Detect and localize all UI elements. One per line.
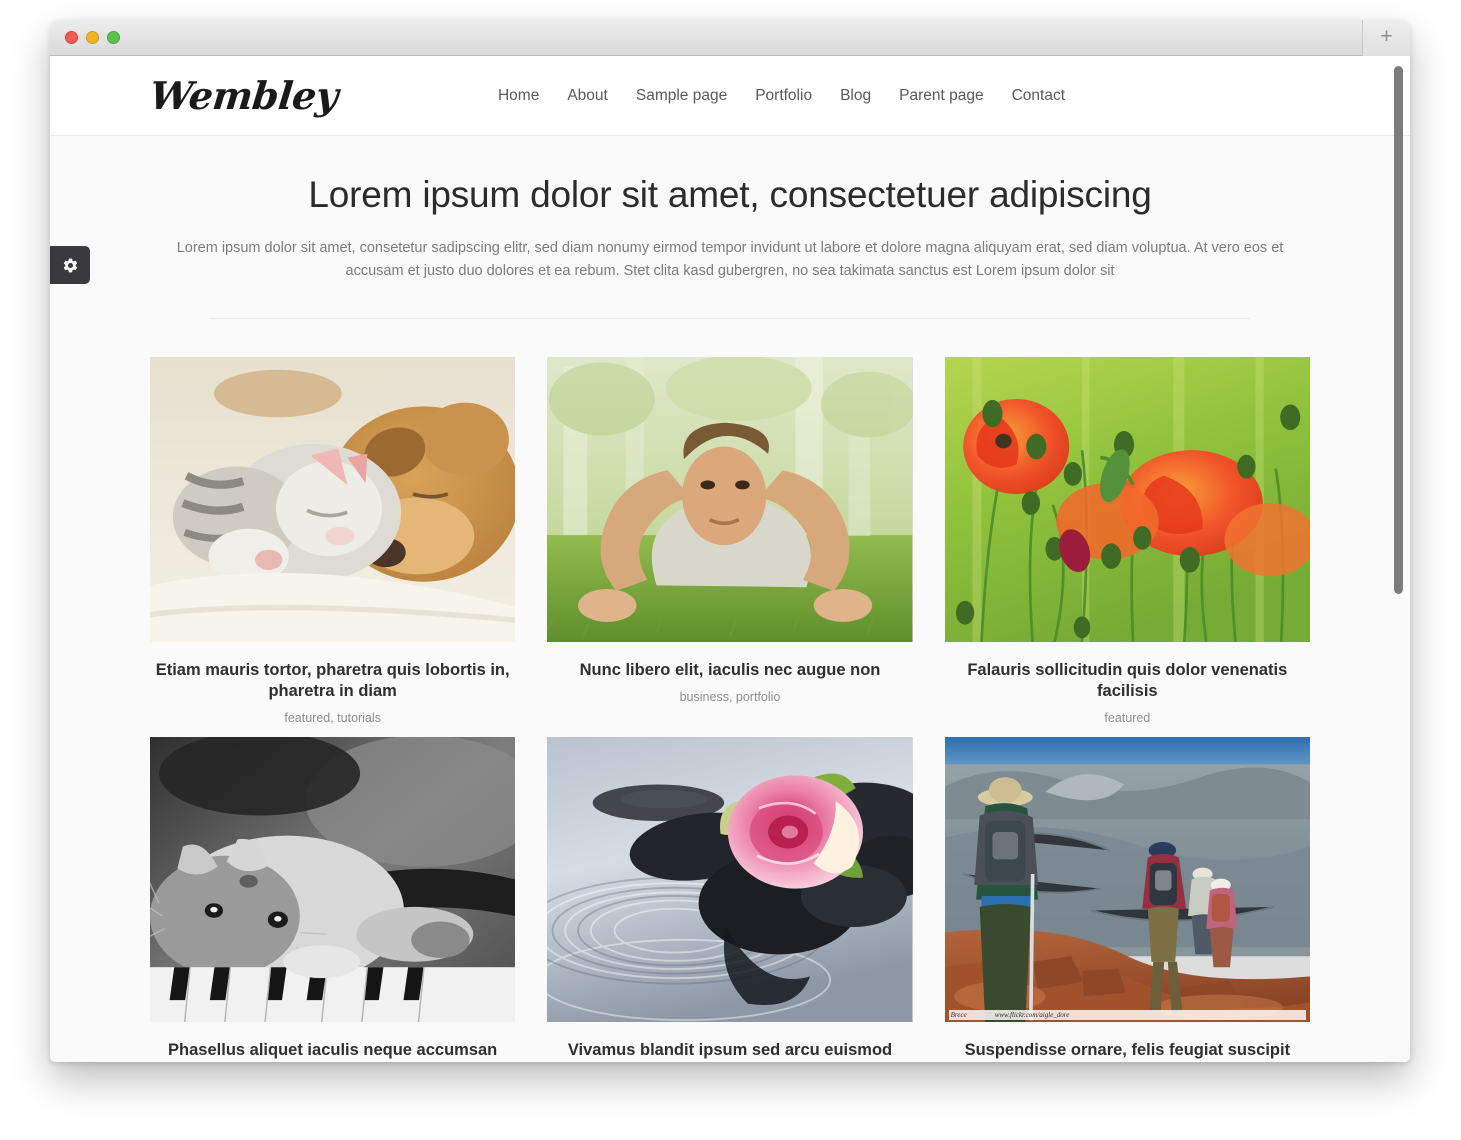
- portfolio-grid: Etiam mauris tortor, pharetra quis lobor…: [150, 357, 1310, 1062]
- window-controls: [65, 31, 120, 44]
- portfolio-card-title[interactable]: Vivamus blandit ipsum sed arcu euismod: [547, 1040, 912, 1061]
- browser-window: + Wembley Home About Sample page Portfol…: [50, 20, 1410, 1062]
- hero-section: Lorem ipsum dolor sit amet, consectetuer…: [50, 136, 1410, 320]
- portfolio-card-categories: business, portfolio: [679, 690, 781, 705]
- site-logo[interactable]: Wembley: [148, 73, 340, 118]
- close-window-button[interactable]: [65, 31, 78, 44]
- portfolio-card: Vivamus blandit ipsum sed arcu euismod p…: [547, 736, 913, 1062]
- portfolio-card-title[interactable]: Suspendisse ornare, felis feugiat suscip…: [945, 1040, 1310, 1062]
- image-watermark: Brece www.flickr.com/aigle_dore: [948, 1009, 1306, 1020]
- portfolio-card-title[interactable]: Phasellus aliquet iaculis neque accumsan…: [150, 1040, 515, 1062]
- nav-item-portfolio[interactable]: Portfolio: [755, 87, 812, 105]
- man-doing-pushups-on-grass-image[interactable]: [547, 357, 913, 643]
- portfolio-card-title[interactable]: Falauris sollicitudin quis dolor venenat…: [945, 660, 1310, 701]
- hikers-on-canyon-trail-image[interactable]: Brece www.flickr.com/aigle_dore: [944, 736, 1310, 1022]
- page-scrollbar-thumb[interactable]: [1394, 66, 1403, 594]
- pink-rose-on-black-stones-in-water-image[interactable]: [547, 736, 913, 1022]
- zoom-window-button[interactable]: [107, 31, 120, 44]
- section-divider: [210, 318, 1250, 320]
- nav-item-home[interactable]: Home: [498, 87, 539, 105]
- nav-item-about[interactable]: About: [567, 87, 608, 105]
- portfolio-card-title[interactable]: Nunc libero elit, iaculis nec augue non: [547, 660, 912, 681]
- portfolio-card-categories: featured: [1104, 710, 1151, 725]
- watermark-url: www.flickr.com/aigle_dore: [994, 1010, 1070, 1019]
- main-navigation: Home About Sample page Portfolio Blog Pa…: [498, 87, 1360, 105]
- portfolio-card-title[interactable]: Etiam mauris tortor, pharetra quis lobor…: [150, 660, 515, 701]
- browser-viewport: Wembley Home About Sample page Portfolio…: [50, 56, 1410, 1062]
- portfolio-card: Etiam mauris tortor, pharetra quis lobor…: [150, 357, 516, 725]
- portfolio-card: Brece www.flickr.com/aigle_dore Suspendi…: [944, 736, 1310, 1062]
- browser-title-bar: +: [50, 20, 1410, 56]
- kitten-and-puppy-sleeping-image[interactable]: [150, 357, 516, 643]
- site-header: Wembley Home About Sample page Portfolio…: [50, 56, 1410, 136]
- page-scrollbar-track[interactable]: [1391, 56, 1406, 1062]
- new-tab-button[interactable]: +: [1362, 20, 1410, 56]
- kitten-on-piano-blackwhite-image[interactable]: [150, 736, 516, 1022]
- page-subtitle: Lorem ipsum dolor sit amet, consetetur s…: [176, 239, 1284, 280]
- portfolio-card: Phasellus aliquet iaculis neque accumsan…: [150, 736, 516, 1062]
- settings-tab-button[interactable]: [50, 246, 90, 284]
- portfolio-card-categories: featured, tutorials: [284, 710, 381, 725]
- page-title: Lorem ipsum dolor sit amet, consectetuer…: [308, 174, 1152, 215]
- nav-item-sample-page[interactable]: Sample page: [636, 87, 727, 105]
- red-poppies-field-image[interactable]: [944, 357, 1310, 643]
- nav-item-contact[interactable]: Contact: [1012, 87, 1065, 105]
- watermark-author: Brece: [950, 1010, 967, 1019]
- portfolio-card: Nunc libero elit, iaculis nec augue non …: [547, 357, 913, 724]
- desktop-backdrop: + Wembley Home About Sample page Portfol…: [0, 0, 1461, 1140]
- nav-item-blog[interactable]: Blog: [840, 87, 871, 105]
- minimize-window-button[interactable]: [86, 31, 99, 44]
- page-body: Lorem ipsum dolor sit amet, consectetuer…: [50, 136, 1410, 1062]
- portfolio-card: Falauris sollicitudin quis dolor venenat…: [944, 357, 1310, 725]
- nav-item-parent-page[interactable]: Parent page: [899, 87, 983, 105]
- gear-icon: [63, 258, 77, 272]
